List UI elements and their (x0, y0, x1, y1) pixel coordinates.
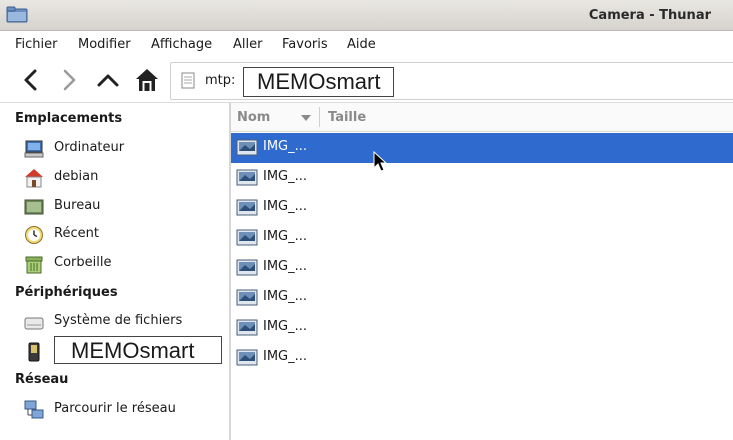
column-divider[interactable] (319, 107, 320, 127)
title-bar: Camera - Thunar (0, 0, 733, 31)
file-row[interactable]: IMG_... (231, 343, 733, 373)
home-button[interactable] (133, 66, 161, 94)
menu-modifier[interactable]: Modifier (78, 37, 131, 52)
image-file-icon (236, 229, 258, 246)
file-row[interactable]: IMG_... (231, 253, 733, 283)
file-name: IMG_... (263, 229, 308, 244)
menu-aide[interactable]: Aide (347, 37, 376, 52)
menu-bar: Fichier Modifier Affichage Aller Favoris… (0, 31, 733, 57)
path-bar[interactable]: mtp: MEMOsmart (170, 62, 733, 100)
file-name: IMG_... (263, 199, 308, 214)
menu-affichage[interactable]: Affichage (151, 37, 212, 52)
menu-fichier[interactable]: Fichier (15, 37, 58, 52)
sort-descending-icon (301, 115, 311, 121)
network-icon (24, 400, 44, 419)
sidebar-item-label: debian (54, 169, 99, 184)
file-name: IMG_... (263, 319, 308, 334)
sidebar-item-corbeille[interactable]: Corbeille (24, 252, 224, 276)
file-row[interactable]: IMG_... (231, 223, 733, 253)
mouse-cursor-icon (373, 151, 387, 172)
file-name: IMG_... (263, 139, 308, 154)
file-row[interactable]: IMG_... (231, 163, 733, 193)
sidebar-item-ordinateur[interactable]: Ordinateur (24, 137, 224, 161)
location-bar: mtp: MEMOsmart (0, 58, 733, 103)
path-device-segment[interactable]: MEMOsmart (243, 67, 395, 97)
home-icon (25, 169, 43, 188)
drive-icon (24, 317, 44, 330)
file-name: IMG_... (263, 259, 308, 274)
back-button[interactable] (18, 66, 46, 94)
file-name: IMG_... (263, 349, 308, 364)
image-file-icon (236, 199, 258, 216)
column-header-taille[interactable]: Taille (328, 110, 366, 125)
places-header: Emplacements (15, 111, 123, 126)
sidebar-item-label: Récent (54, 226, 99, 241)
sidebar-item-bureau[interactable]: Bureau (24, 195, 224, 219)
folder-icon (6, 6, 28, 23)
up-button[interactable] (94, 66, 122, 94)
sidebar-item-memosmart[interactable]: MEMOsmart (24, 336, 224, 364)
menu-favoris[interactable]: Favoris (282, 37, 328, 52)
image-file-icon (236, 319, 258, 336)
sidebar-item-label: Ordinateur (54, 140, 125, 155)
image-file-icon (236, 259, 258, 276)
sidebar-item-debian[interactable]: debian (24, 166, 224, 190)
sidebar-item-label: Parcourir le réseau (54, 401, 176, 416)
image-file-icon (236, 139, 258, 156)
file-name: IMG_... (263, 289, 308, 304)
document-icon (181, 72, 195, 89)
network-header: Réseau (15, 372, 69, 387)
file-row[interactable]: IMG_... (231, 313, 733, 343)
sidebar-item-parcourir-le-reseau[interactable]: Parcourir le réseau (24, 398, 224, 422)
sidebar-item-label: Système de fichiers (54, 313, 183, 328)
recent-icon (25, 226, 43, 244)
image-file-icon (236, 169, 258, 186)
window-title: Camera - Thunar (588, 8, 711, 23)
computer-icon (24, 140, 44, 158)
file-list: Nom Taille IMG_... IMG_... IMG_... IMG_... I… (231, 103, 733, 440)
column-header-nom[interactable]: Nom (237, 110, 270, 125)
devices-header: Périphériques (15, 285, 118, 300)
sidebar-item-label: MEMOsmart (54, 336, 222, 364)
sidebar-item-label: Bureau (54, 198, 101, 213)
file-name: IMG_... (263, 169, 308, 184)
image-file-icon (236, 349, 258, 366)
image-file-icon (236, 289, 258, 306)
desktop-icon (24, 199, 44, 215)
sidebar-item-label: Corbeille (54, 255, 112, 270)
sidebar-item-systeme-de-fichiers[interactable]: Système de fichiers (24, 310, 224, 334)
path-prefix: mtp: (205, 73, 236, 88)
file-row[interactable]: IMG_... (231, 193, 733, 223)
trash-icon (25, 256, 43, 274)
phone-icon (28, 342, 40, 362)
sidebar-item-recent[interactable]: Récent (24, 223, 224, 247)
forward-button[interactable] (55, 66, 83, 94)
menu-aller[interactable]: Aller (233, 37, 262, 52)
file-row[interactable]: IMG_... (231, 133, 733, 163)
sidebar: Emplacements Ordinateur debian Bureau Ré… (0, 103, 229, 440)
file-row[interactable]: IMG_... (231, 283, 733, 313)
column-header-row: Nom Taille (231, 103, 733, 132)
